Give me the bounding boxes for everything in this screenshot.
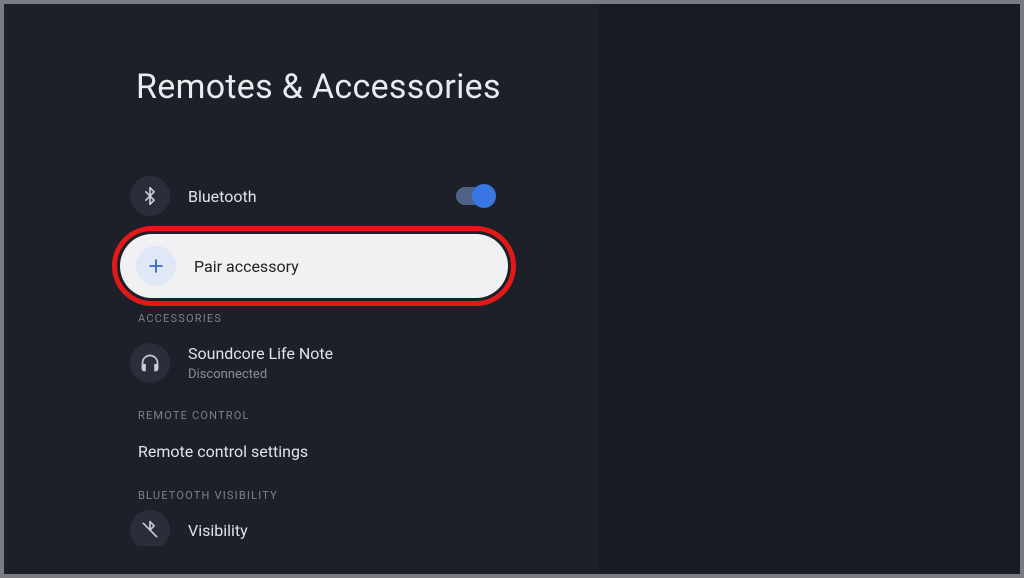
left-panel: Remotes & Accessories Bluetooth [4,4,599,574]
settings-screen: Remotes & Accessories Bluetooth [4,4,1020,574]
page-title: Remotes & Accessories [136,66,501,109]
right-panel [599,4,1020,574]
pair-accessory-label: Pair accessory [194,257,492,276]
device-status: Disconnected [188,367,333,382]
bluetooth-icon [130,176,170,216]
accessory-device-row[interactable]: Soundcore Life Note Disconnected [114,331,514,395]
device-name: Soundcore Life Note [188,344,333,363]
remote-settings-label: Remote control settings [138,442,308,461]
settings-list: Bluetooth Pair accessory [114,164,514,546]
remote-control-settings-row[interactable]: Remote control settings [114,428,514,475]
headphones-icon [130,343,170,383]
bluetooth-row[interactable]: Bluetooth [114,164,514,228]
bluetooth-label: Bluetooth [188,187,456,206]
pair-accessory-highlight: Pair accessory [120,234,508,298]
pair-accessory-row[interactable]: Pair accessory [120,234,508,298]
section-header-remote: REMOTE CONTROL [138,409,514,422]
visibility-label: Visibility [188,521,498,540]
visibility-row[interactable]: Visibility [114,508,514,546]
bluetooth-disabled-icon [130,510,170,546]
section-header-visibility: BLUETOOTH VISIBILITY [138,489,514,502]
section-header-accessories: ACCESSORIES [138,312,514,325]
bluetooth-toggle[interactable] [456,187,494,205]
toggle-knob [472,184,496,208]
plus-icon [136,246,176,286]
